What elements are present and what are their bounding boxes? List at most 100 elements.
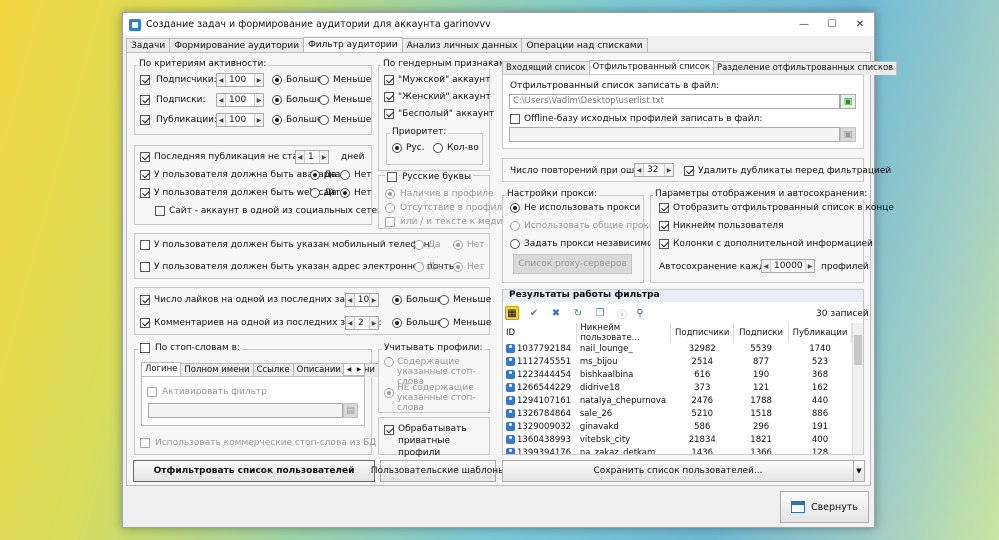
table-row[interactable]: 1326784864 sale_26 5210 1518 886 (503, 407, 852, 420)
private-checkbox[interactable] (384, 425, 394, 436)
remove-dupes-checkbox[interactable] (684, 166, 694, 177)
table-row[interactable]: 1360438993 vitebsk_city 21834 1821 400 (503, 433, 852, 446)
offline-checkbox[interactable] (510, 114, 520, 125)
posts-checkbox[interactable] (140, 115, 150, 126)
file-browse-button[interactable]: ▣ (840, 94, 856, 109)
minimize-button[interactable]: — (790, 14, 818, 36)
last-pub-checkbox[interactable] (140, 152, 150, 163)
neutral-checkbox[interactable] (384, 109, 394, 120)
following-checkbox[interactable] (140, 95, 150, 106)
stop-tab-login[interactable]: Логине (141, 362, 182, 376)
avatar-no-radio[interactable] (340, 170, 350, 181)
comments-less-radio[interactable] (439, 318, 449, 329)
not-containing-radio[interactable] (384, 388, 394, 399)
stop-tab-description[interactable]: Описании страни (292, 363, 379, 377)
table-row[interactable]: 1399394176 na_zakaz_detkam 1436 1366 128 (503, 446, 852, 454)
following-less-radio[interactable] (319, 95, 329, 106)
scrollbar-thumb[interactable] (854, 335, 862, 365)
col-following[interactable]: Подписки (733, 323, 790, 343)
email-yes-radio[interactable] (414, 262, 424, 273)
email-checkbox[interactable] (140, 262, 150, 273)
proxy-shared-radio[interactable] (510, 221, 520, 232)
proxy-list-button[interactable]: Список proxy-серверов (513, 254, 632, 274)
close-button[interactable]: ✕ (846, 14, 874, 36)
followers-checkbox[interactable] (140, 75, 150, 86)
tab-filtered-list[interactable]: Отфильтрованный список (588, 60, 715, 74)
or-media-checkbox[interactable] (385, 217, 395, 228)
info-icon[interactable]: ⓘ (615, 306, 629, 321)
absent-profile-radio[interactable] (385, 203, 395, 214)
likes-stepper[interactable]: ◀ 10 ▶ (345, 293, 379, 307)
search-icon[interactable]: ⚲ (633, 306, 647, 320)
containing-radio[interactable] (384, 357, 394, 368)
following-stepper[interactable]: ◀ 100 ▶ (216, 93, 264, 107)
table-row[interactable]: 1223444454 bishkaalbina 616 190 368 (503, 369, 852, 382)
female-checkbox[interactable] (384, 92, 394, 103)
col-followers[interactable]: Подписчики (670, 323, 735, 343)
email-no-radio[interactable] (453, 262, 463, 273)
followers-more-radio[interactable] (272, 75, 282, 86)
file-path-input[interactable]: C:\Users\Vadim\Desktop\userlist.txt (509, 94, 840, 109)
website-no-radio[interactable] (340, 188, 350, 199)
table-row[interactable]: 1266544229 didrive18 373 121 162 (503, 382, 852, 395)
stopwords-checkbox[interactable] (138, 343, 152, 354)
stop-tabs-scroll[interactable]: ◀ ▶ (343, 363, 365, 376)
site-social-checkbox[interactable] (155, 206, 165, 217)
likes-more-radio[interactable] (392, 295, 402, 306)
offline-browse-button[interactable]: ▣ (840, 127, 856, 142)
activate-filter-checkbox[interactable] (147, 387, 157, 398)
stopwords-file-button[interactable]: ▤ (343, 403, 358, 418)
retries-stepper[interactable]: ◀ 32 ▶ (634, 163, 674, 177)
comments-stepper[interactable]: ◀ 2 ▶ (345, 316, 379, 330)
avatar-yes-radio[interactable] (310, 170, 320, 181)
likes-less-radio[interactable] (439, 295, 449, 306)
days-stepper[interactable]: ◀ 1 ▶ (295, 150, 329, 164)
phone-yes-radio[interactable] (414, 240, 424, 251)
followers-stepper[interactable]: ◀ 100 ▶ (216, 73, 264, 87)
phone-checkbox[interactable] (140, 240, 150, 251)
filter-users-button[interactable]: Отфильтровать список пользователей (133, 460, 375, 482)
user-templates-button[interactable]: Пользовательские шаблоны (371, 460, 505, 482)
tab-input-list[interactable]: Входящий список (502, 61, 590, 75)
proxy-none-radio[interactable] (510, 203, 520, 214)
autosave-stepper[interactable]: ◀ 10000 ▶ (761, 259, 815, 273)
nick-checkbox[interactable] (659, 221, 669, 232)
following-more-radio[interactable] (272, 95, 282, 106)
check-icon[interactable]: ✔ (527, 306, 541, 320)
russian-checkbox[interactable] (385, 172, 399, 183)
scroll-right-icon[interactable]: ▶ (357, 366, 362, 373)
in-profile-radio[interactable] (385, 189, 395, 200)
priority-rus-radio[interactable] (392, 143, 402, 154)
table-row[interactable]: 1294107161 natalya_chepurnova 2476 1788 440 (503, 395, 852, 408)
avatar-checkbox[interactable] (140, 170, 150, 181)
website-checkbox[interactable] (140, 188, 150, 199)
maximize-button[interactable]: ☐ (818, 14, 846, 36)
save-dropdown-button[interactable]: ▼ (854, 460, 865, 482)
male-checkbox[interactable] (384, 75, 394, 86)
columns-checkbox[interactable] (659, 239, 669, 250)
collapse-button[interactable]: Свернуть (780, 491, 869, 523)
comments-more-radio[interactable] (392, 318, 402, 329)
proxy-own-radio[interactable] (510, 239, 520, 250)
refresh-icon[interactable]: ↻ (571, 306, 585, 320)
col-posts[interactable]: Публикации (788, 323, 852, 343)
followers-less-radio[interactable] (319, 75, 329, 86)
col-id[interactable]: ID (503, 323, 578, 343)
priority-count-radio[interactable] (433, 143, 443, 154)
comments-checkbox[interactable] (140, 318, 150, 329)
offline-path-input[interactable] (509, 127, 840, 142)
tab-split-lists[interactable]: Разделение отфильтрованных списков (713, 61, 898, 75)
table-row[interactable]: 1329009032 ginavakd 586 296 191 (503, 420, 852, 433)
results-scrollbar[interactable] (852, 323, 863, 454)
save-users-button[interactable]: Сохранить список пользователей... (502, 460, 854, 482)
posts-stepper[interactable]: ◀ 100 ▶ (216, 113, 264, 127)
table-row[interactable]: 1037792184 nail_lounge_ 32982 5539 1740 (503, 343, 852, 356)
likes-checkbox[interactable] (140, 295, 150, 306)
commercial-stop-checkbox[interactable] (140, 438, 150, 449)
stop-tab-link[interactable]: Ссылке (252, 363, 294, 377)
phone-no-radio[interactable] (453, 240, 463, 251)
copy-icon[interactable]: ❐ (593, 306, 607, 320)
table-row[interactable]: 1112745551 ms_bijou 2514 877 523 (503, 356, 852, 369)
show-end-checkbox[interactable] (659, 203, 669, 214)
posts-less-radio[interactable] (319, 115, 329, 126)
